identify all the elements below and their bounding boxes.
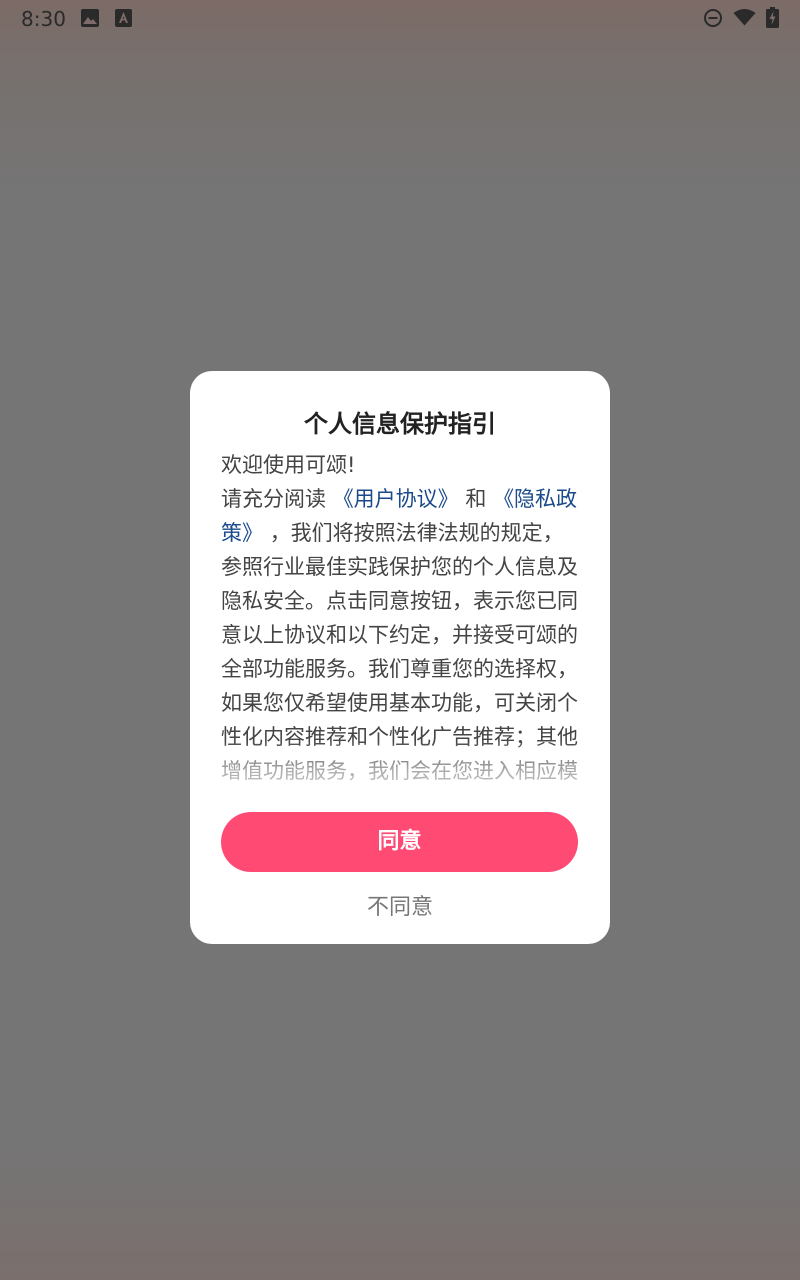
image-icon: [81, 9, 99, 27]
and-text: 和: [465, 487, 487, 511]
disagree-button[interactable]: 不同意: [300, 888, 500, 928]
agreement-paragraph: 请充分阅读 《用户协议》 和 《隐私政策》 ，我们将按照法律法规的规定，参照行业…: [221, 482, 581, 788]
wifi-icon: [733, 9, 756, 26]
do-not-disturb-icon: [704, 9, 722, 27]
battery-charging-icon: [766, 7, 779, 28]
font-a-icon: [115, 9, 132, 27]
body-prefix-text: 请充分阅读: [221, 487, 326, 511]
dialog-title: 个人信息保护指引: [304, 410, 496, 438]
body-text: ，我们将按照法律法规的规定，参照行业最佳实践保护您的个人信息及隐私安全。点击同意…: [221, 521, 578, 783]
screen-tint-bottom: [0, 1140, 800, 1280]
status-time: 8:30: [21, 7, 66, 31]
user-agreement-link[interactable]: 《用户协议》: [333, 487, 459, 511]
screen-tint-top: [0, 0, 800, 260]
greeting-text: 欢迎使用可颂!: [221, 453, 356, 477]
status-bar: 8:30: [0, 0, 800, 38]
dialog-body[interactable]: 欢迎使用可颂! 请充分阅读 《用户协议》 和 《隐私政策》 ，我们将按照法律法规…: [221, 448, 581, 809]
agree-button[interactable]: 同意: [221, 812, 578, 872]
